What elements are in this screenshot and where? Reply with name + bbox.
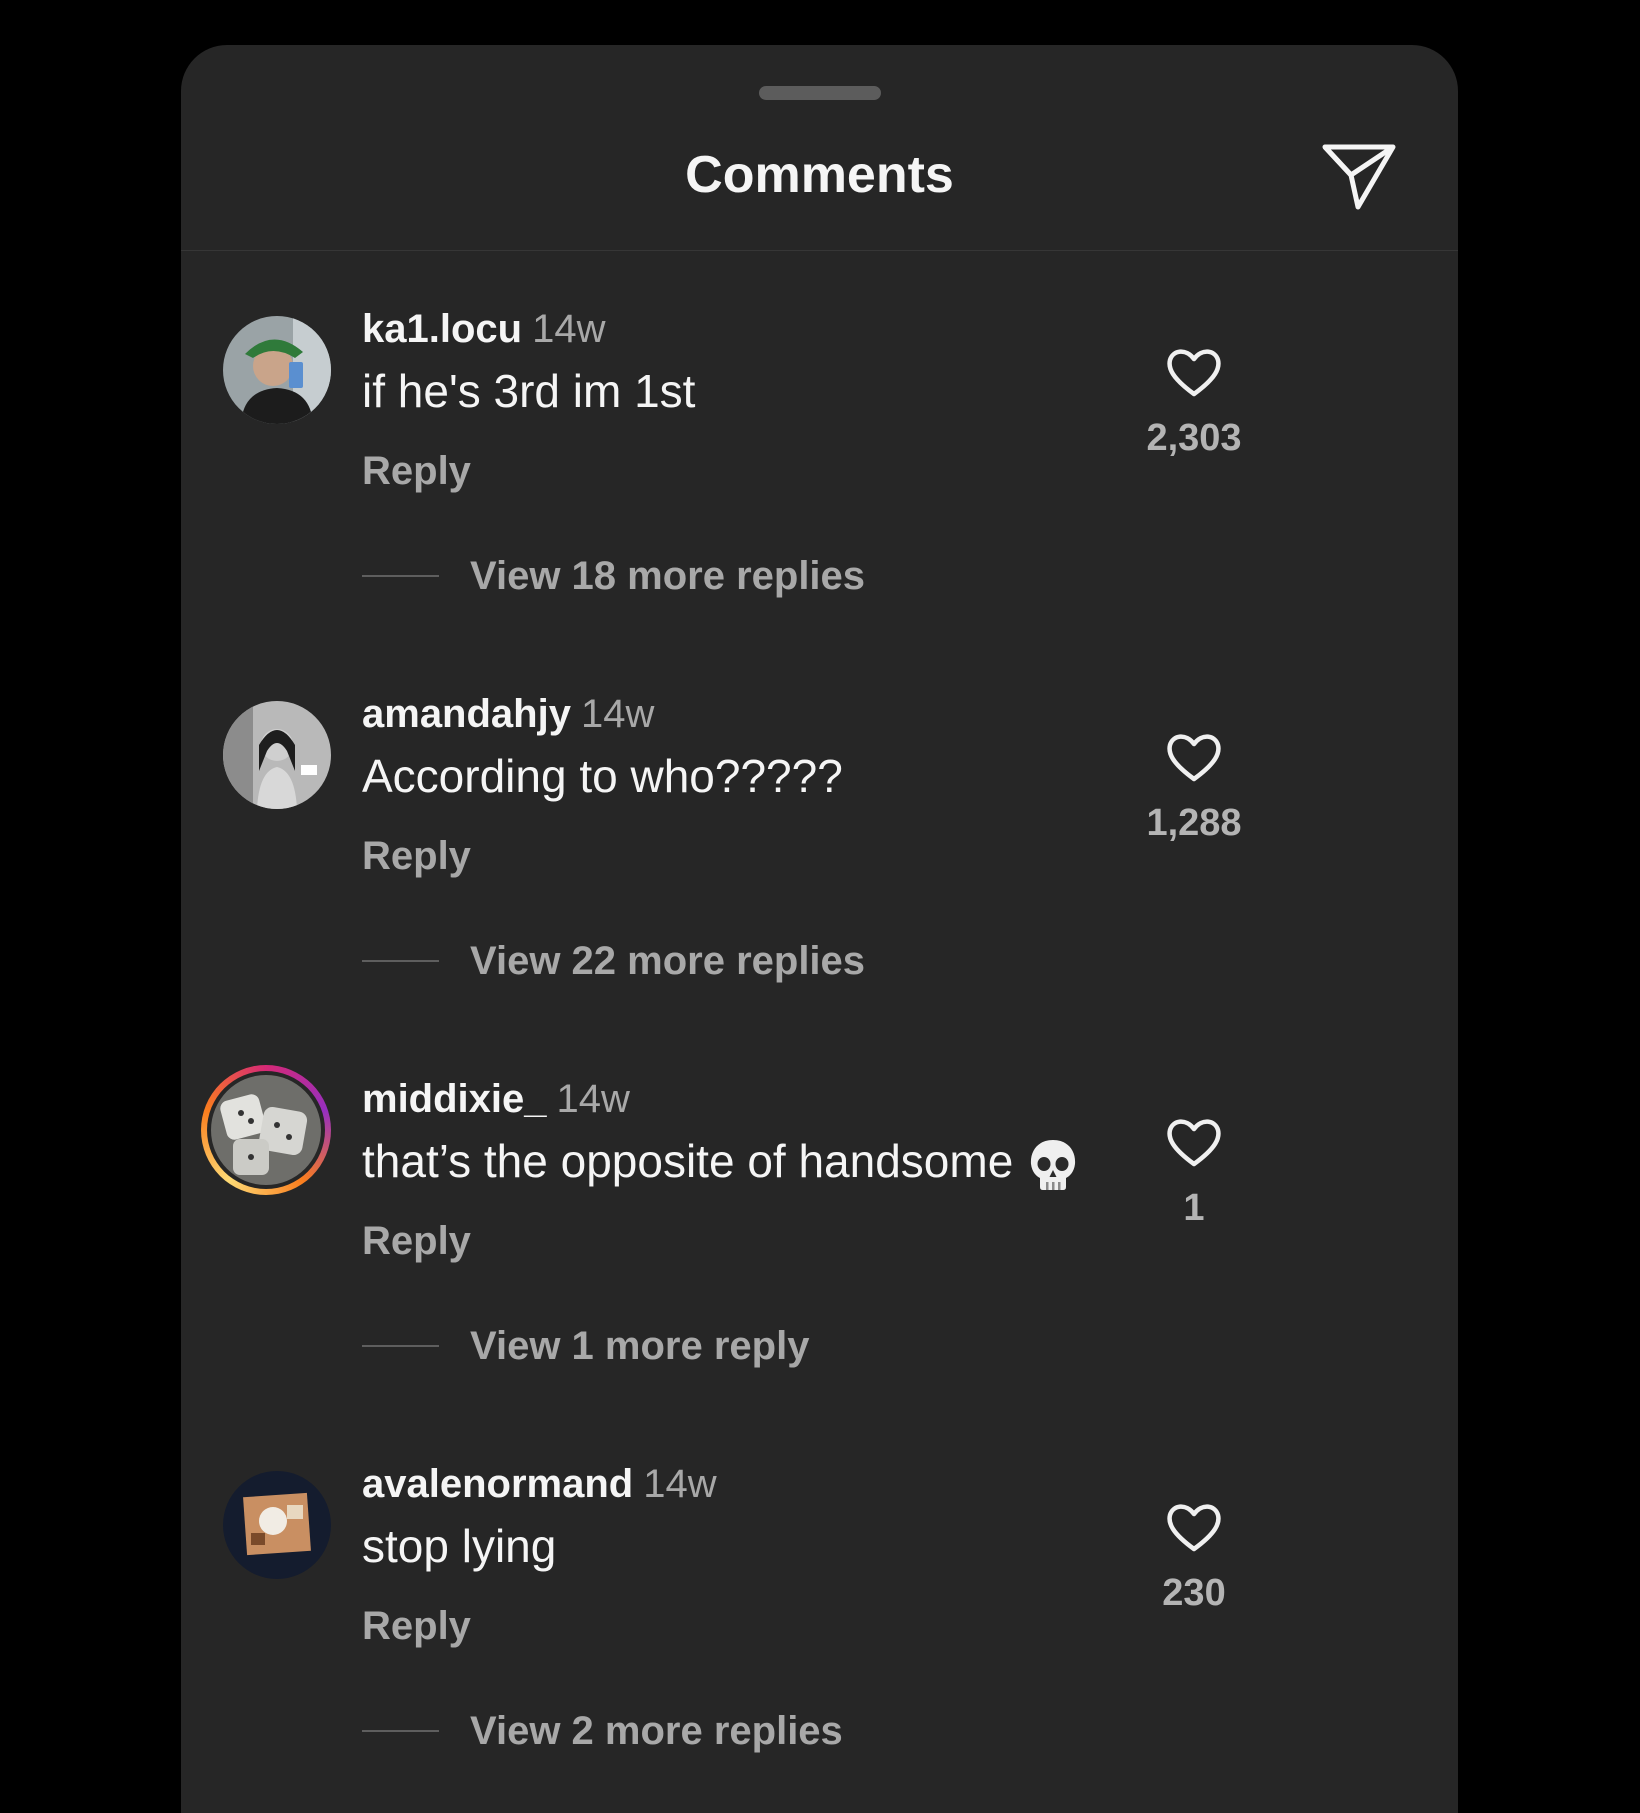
avatar bbox=[211, 1075, 321, 1185]
divider-line bbox=[362, 1345, 439, 1347]
avatar-image bbox=[211, 1075, 321, 1185]
share-button[interactable] bbox=[1319, 137, 1399, 217]
avatar-ring-gap bbox=[207, 1071, 325, 1189]
comment-text-row: that’s the opposite of handsome bbox=[362, 1130, 1079, 1193]
comment-item: middixie_ 14w that’s the opposite of hand… bbox=[181, 1065, 1458, 1459]
view-more-replies[interactable]: View 18 more replies bbox=[362, 546, 865, 606]
like-count: 1,288 bbox=[1146, 802, 1242, 844]
heart-icon[interactable] bbox=[1164, 727, 1224, 787]
comment-username[interactable]: ka1.locu bbox=[362, 307, 522, 351]
view-more-label: View 18 more replies bbox=[470, 553, 866, 598]
comment-text: stop lying bbox=[362, 1520, 557, 1572]
avatar[interactable] bbox=[223, 316, 331, 424]
avatar-image bbox=[223, 316, 331, 424]
view-more-label: View 22 more replies bbox=[470, 938, 866, 983]
comment-meta: avalenormand 14w bbox=[362, 1459, 717, 1509]
view-more-label: View 2 more replies bbox=[470, 1708, 843, 1753]
comment-meta: amandahjy 14w bbox=[362, 689, 654, 739]
avatar[interactable] bbox=[223, 701, 331, 809]
reply-button[interactable]: Reply bbox=[362, 446, 471, 496]
comment-meta: middixie_ 14w bbox=[362, 1074, 630, 1124]
comment-meta: ka1.locu 14w bbox=[362, 304, 605, 354]
view-more-replies[interactable]: View 2 more replies bbox=[362, 1701, 843, 1761]
view-more-replies[interactable]: View 1 more reply bbox=[362, 1316, 809, 1376]
heart-icon[interactable] bbox=[1164, 1497, 1224, 1557]
comment-text: if he's 3rd im 1st bbox=[362, 365, 696, 417]
like-group: 230 bbox=[1121, 1497, 1267, 1627]
page-title: Comments bbox=[685, 146, 954, 204]
reply-button[interactable]: Reply bbox=[362, 831, 471, 881]
avatar-image bbox=[223, 701, 331, 809]
view-more-replies[interactable]: View 22 more replies bbox=[362, 931, 865, 991]
comment-time: 14w bbox=[532, 307, 606, 351]
comment-text: According to who????? bbox=[362, 750, 843, 802]
reply-button[interactable]: Reply bbox=[362, 1216, 471, 1266]
comment-username[interactable]: avalenormand bbox=[362, 1462, 633, 1506]
comment-time: 14w bbox=[643, 1462, 717, 1506]
like-group: 1,288 bbox=[1121, 727, 1267, 857]
avatar-story-ring[interactable] bbox=[201, 1065, 331, 1195]
comment-time: 14w bbox=[556, 1077, 630, 1121]
comment-username[interactable]: middixie_ bbox=[362, 1077, 547, 1121]
heart-icon[interactable] bbox=[1164, 342, 1224, 402]
like-group: 2,303 bbox=[1121, 342, 1267, 472]
divider-line bbox=[362, 960, 439, 962]
comment-item: amandahjy 14w According to who????? Reply… bbox=[181, 689, 1458, 1074]
divider-line bbox=[362, 575, 439, 577]
comments-header: Comments bbox=[181, 45, 1458, 251]
comment-username[interactable]: amandahjy bbox=[362, 692, 571, 736]
reply-button[interactable]: Reply bbox=[362, 1601, 471, 1651]
like-count: 2,303 bbox=[1146, 417, 1242, 459]
comment-item: ka1.locu 14w if he's 3rd im 1st Reply Vie… bbox=[181, 304, 1458, 689]
like-group: 1 bbox=[1121, 1112, 1267, 1242]
heart-icon[interactable] bbox=[1164, 1112, 1224, 1172]
comments-sheet: Comments ka1.locu 14w if he's 3rd im 1st … bbox=[181, 45, 1458, 1813]
divider-line bbox=[362, 1730, 439, 1732]
comment-text: that’s the opposite of handsome bbox=[362, 1135, 1014, 1187]
comment-time: 14w bbox=[580, 692, 655, 736]
avatar[interactable] bbox=[223, 1471, 331, 1579]
skull-emoji bbox=[1031, 1139, 1076, 1190]
paper-plane-icon bbox=[1322, 144, 1396, 210]
view-more-label: View 1 more reply bbox=[470, 1323, 810, 1368]
comment-item: avalenormand 14w stop lying Reply View 2 … bbox=[181, 1459, 1458, 1813]
like-count: 1 bbox=[1183, 1187, 1205, 1229]
like-count: 230 bbox=[1162, 1572, 1226, 1614]
avatar-image bbox=[223, 1471, 331, 1579]
